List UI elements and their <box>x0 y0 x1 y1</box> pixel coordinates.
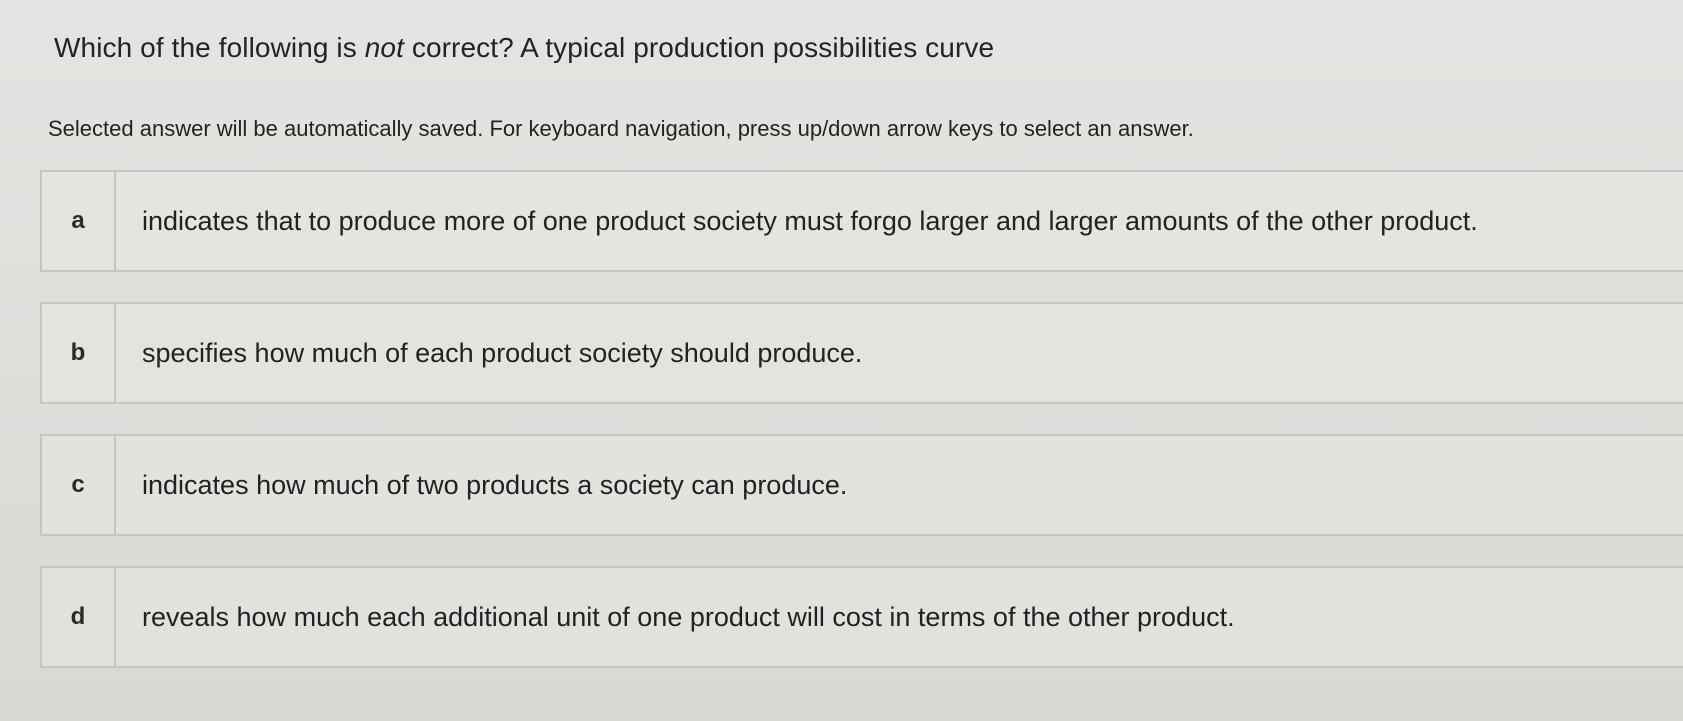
option-letter: c <box>42 436 116 534</box>
quiz-page: Which of the following is not correct? A… <box>0 0 1683 721</box>
answer-instructions: Selected answer will be automatically sa… <box>48 116 1194 141</box>
answer-option-b[interactable]: b specifies how much of each product soc… <box>40 302 1683 404</box>
answer-option-c[interactable]: c indicates how much of two products a s… <box>40 434 1683 536</box>
option-text: reveals how much each additional unit of… <box>142 601 1235 632</box>
option-letter: b <box>42 304 116 402</box>
option-letter: d <box>42 568 116 666</box>
answer-options: a indicates that to produce more of one … <box>40 170 1683 698</box>
answer-option-a[interactable]: a indicates that to produce more of one … <box>40 170 1683 272</box>
option-letter: a <box>42 172 116 270</box>
question-text: Which of the following is not correct? A… <box>54 32 994 64</box>
question-suffix: correct? A typical production possibilit… <box>403 32 995 63</box>
option-text: indicates that to produce more of one pr… <box>142 205 1478 236</box>
question-prefix: Which of the following is <box>54 32 365 63</box>
question-emphasis: not <box>364 32 404 63</box>
answer-option-d[interactable]: d reveals how much each additional unit … <box>40 566 1683 668</box>
option-text: specifies how much of each product socie… <box>142 337 863 368</box>
option-text: indicates how much of two products a soc… <box>142 469 848 500</box>
